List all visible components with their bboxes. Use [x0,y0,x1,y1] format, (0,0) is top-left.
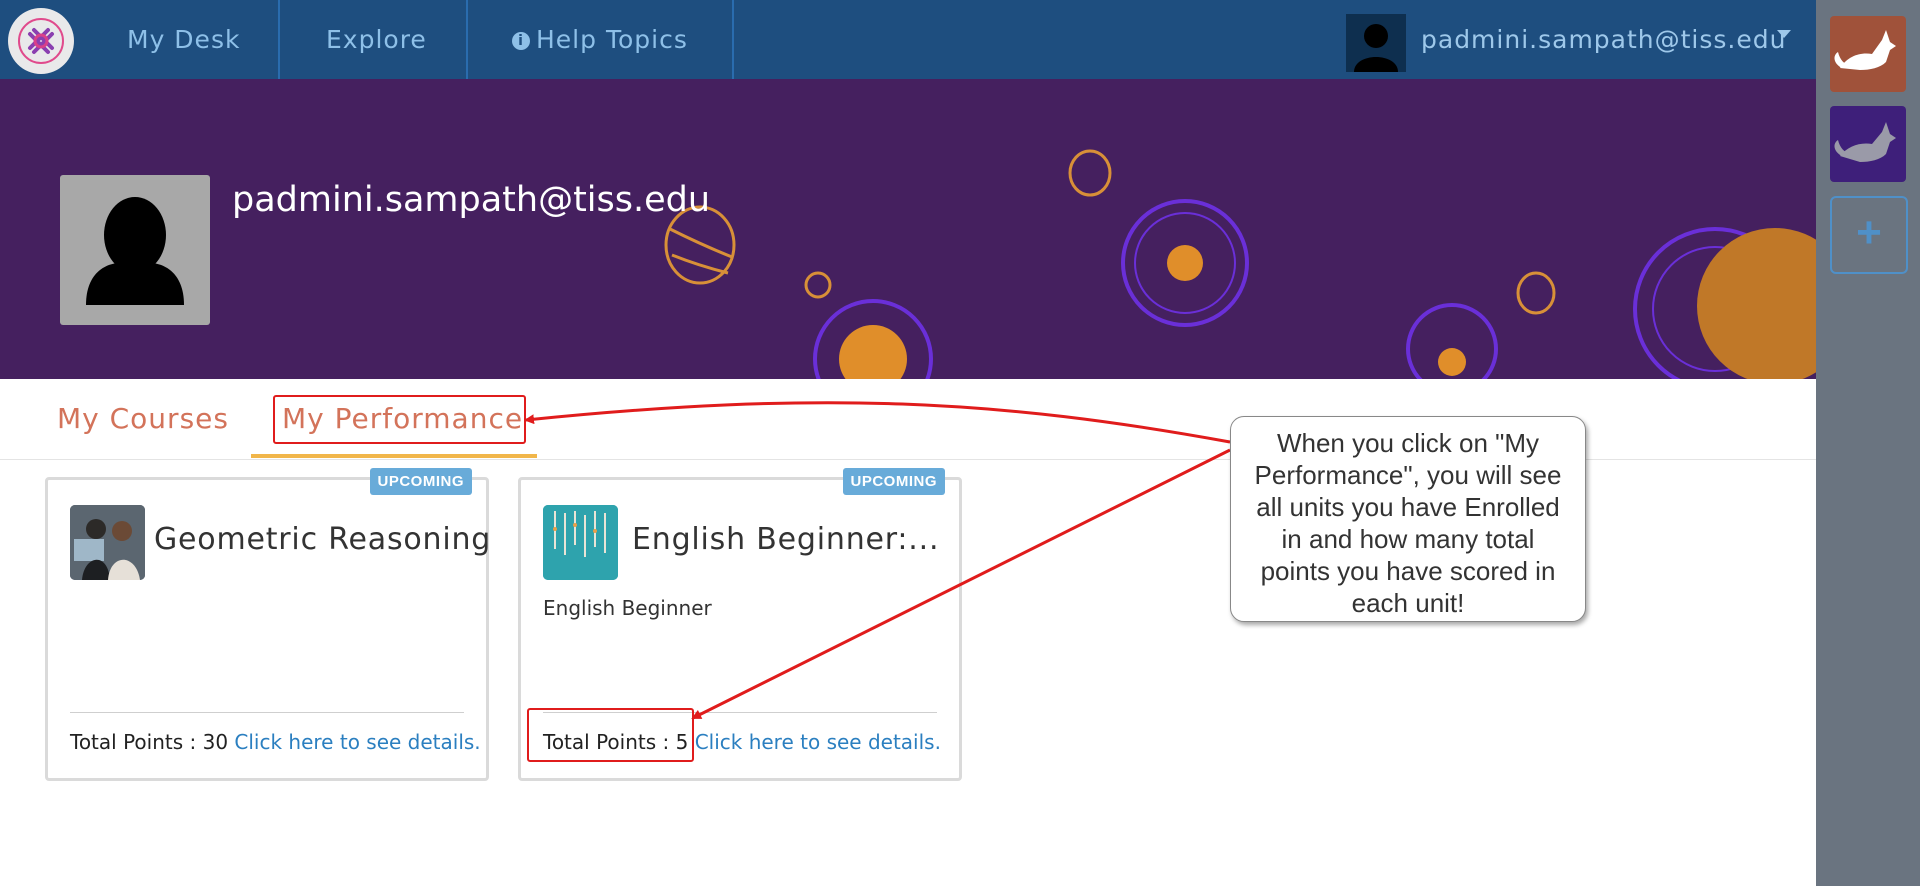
nav-help-topics-label: Help Topics [536,25,688,54]
nav-explore[interactable]: Explore [326,0,427,79]
add-app-button[interactable]: + [1830,196,1908,274]
nav-divider [732,0,734,79]
highlight-total-points [527,708,694,762]
app-logo[interactable] [8,8,74,74]
nav-divider [466,0,468,79]
top-navbar: My Desk Explore i Help Topics padmini.sam… [0,0,1816,79]
profile-banner: padmini.sampath@tiss.edu [0,79,1816,379]
profile-avatar[interactable] [60,175,210,325]
user-silhouette-icon [1354,24,1398,72]
course-title[interactable]: Geometric Reasoning [154,522,491,557]
logo-icon [18,18,64,64]
nav-divider [278,0,280,79]
active-tab-indicator [251,454,537,458]
course-card[interactable]: UPCOMING Geometric Reasoning Total Point… [45,468,491,781]
highlight-my-performance-tab [273,395,526,444]
course-title[interactable]: English Beginner:... [632,522,939,557]
course-image [543,505,618,580]
fox-app-button[interactable] [1830,16,1906,92]
details-link[interactable]: Click here to see details. [234,730,480,754]
nav-user-email[interactable]: padmini.sampath@tiss.edu [1421,0,1786,79]
tab-my-courses[interactable]: My Courses [57,379,229,459]
wolf-app-button[interactable] [1830,106,1906,182]
course-subtitle: English Beginner [543,596,712,620]
details-link[interactable]: Click here to see details. [695,730,941,754]
course-thumbnail [543,505,618,580]
info-circle-icon: i [512,32,530,50]
status-badge: UPCOMING [842,468,945,495]
fox-icon [1834,30,1896,70]
status-badge: UPCOMING [369,468,472,495]
card-divider [70,712,464,713]
right-sidebar: + [1816,0,1920,886]
annotation-callout: When you click on "My Performance", you … [1230,416,1586,622]
course-image [70,505,145,580]
card-footer: Total Points : 30 Click here to see deta… [70,730,481,754]
chevron-down-icon[interactable] [1777,30,1791,38]
wolf-icon [1834,122,1896,162]
user-silhouette-icon [86,197,184,305]
nav-my-desk[interactable]: My Desk [127,0,240,79]
nav-help-topics[interactable]: i Help Topics [512,0,688,79]
banner-decoration [664,149,1816,379]
total-points: Total Points : 30 [70,730,229,754]
profile-name: padmini.sampath@tiss.edu [232,180,711,220]
course-thumbnail [70,505,145,580]
nav-user-avatar[interactable] [1346,14,1406,72]
